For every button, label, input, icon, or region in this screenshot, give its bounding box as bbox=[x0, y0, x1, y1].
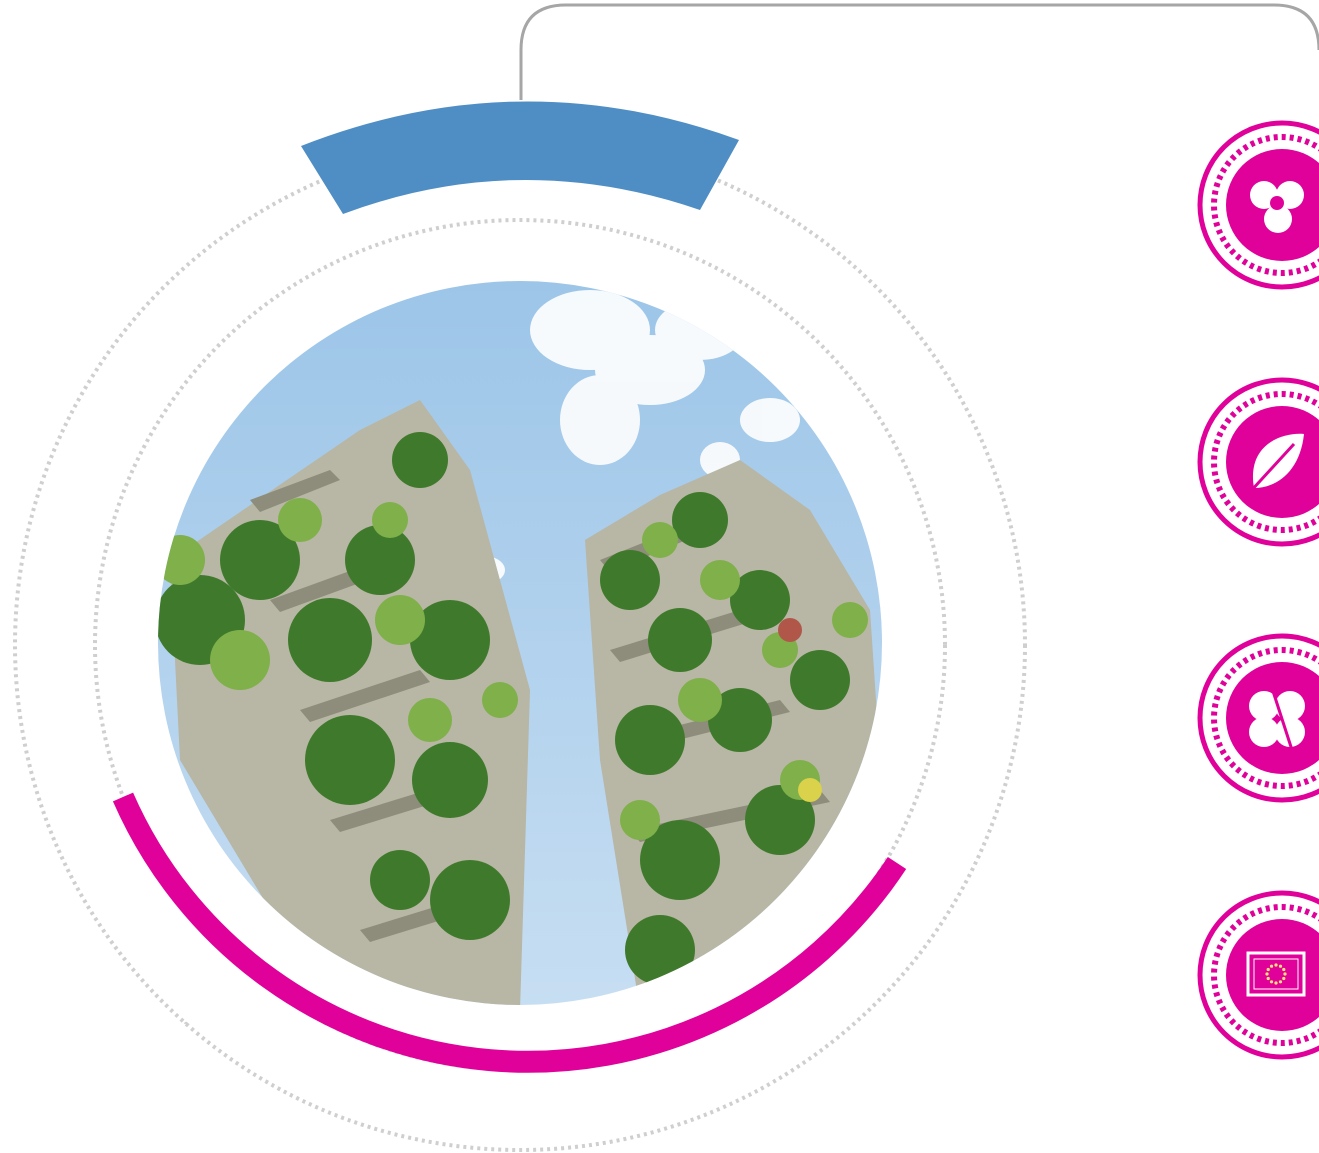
trefoil-core bbox=[1270, 196, 1284, 210]
flag-star bbox=[1266, 967, 1270, 972]
tower-photo bbox=[158, 281, 882, 1005]
flag-star bbox=[1269, 980, 1274, 984]
clover-leaf bbox=[1275, 691, 1305, 721]
flag-star bbox=[1266, 976, 1270, 981]
icon-badge bbox=[1197, 890, 1319, 1060]
flag-star bbox=[1274, 981, 1278, 985]
icon-badge bbox=[1197, 120, 1319, 290]
icon-badge bbox=[1197, 633, 1319, 803]
flag-star bbox=[1265, 972, 1269, 976]
diagram-svg bbox=[13, 3, 1319, 1152]
icon-badge bbox=[1197, 377, 1319, 547]
clover-leaf bbox=[1249, 717, 1279, 747]
flag-star bbox=[1269, 964, 1274, 968]
connector-line bbox=[519, 3, 1319, 100]
flag-star bbox=[1282, 976, 1286, 981]
flag-star bbox=[1282, 967, 1286, 972]
flag-star bbox=[1274, 963, 1278, 967]
flag-star bbox=[1283, 972, 1287, 976]
flag-star bbox=[1278, 964, 1283, 968]
icon-badge-column bbox=[1197, 120, 1319, 1060]
eu-flag-icon bbox=[1246, 951, 1306, 997]
blue-banner-segment bbox=[301, 101, 739, 214]
flag-star bbox=[1278, 980, 1283, 984]
infographic-canvas bbox=[0, 0, 1319, 1153]
